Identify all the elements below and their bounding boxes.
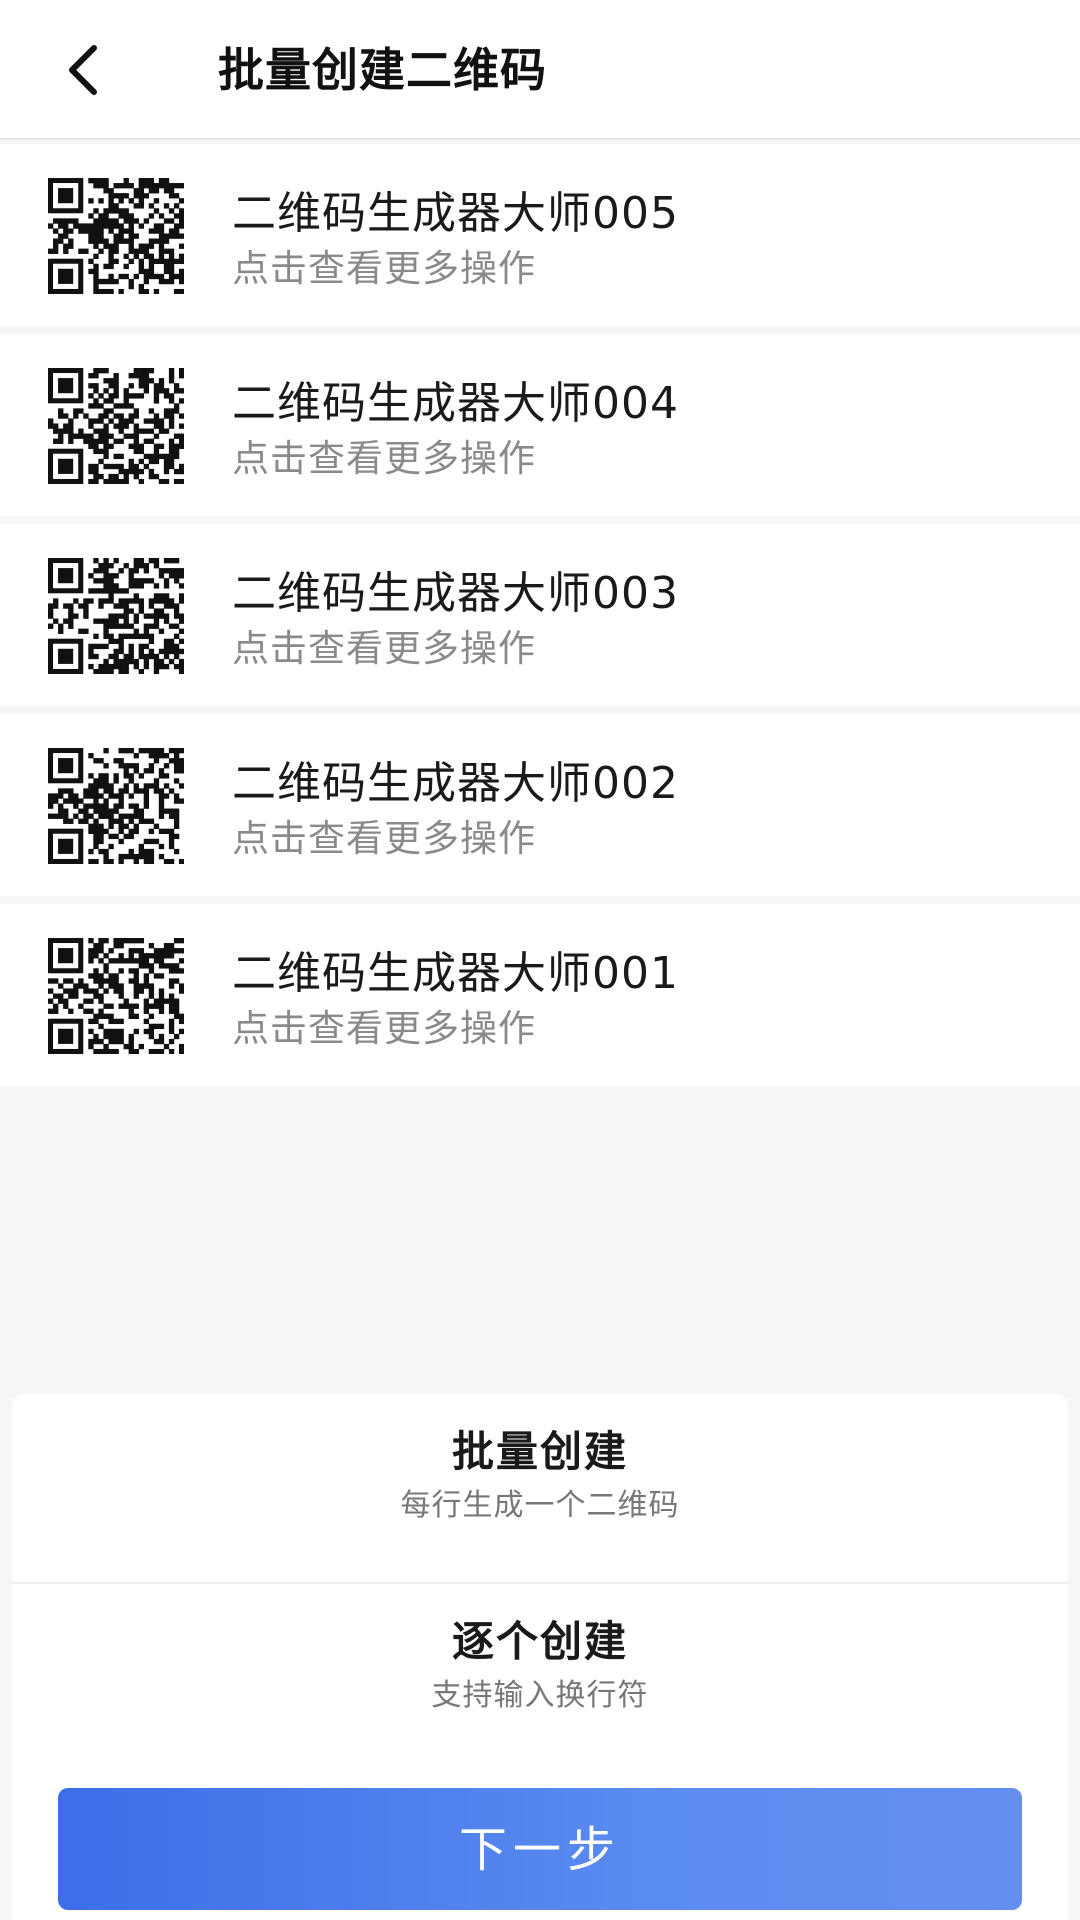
qr-code-icon (48, 938, 184, 1054)
qr-code-icon (48, 178, 184, 294)
qr-code-thumbnail (48, 368, 184, 484)
qr-code-icon (48, 748, 184, 864)
batch-create-option[interactable]: 批量创建 每行生成一个二维码 (12, 1394, 1068, 1584)
list-item[interactable]: 二维码生成器大师005 点击查看更多操作 (0, 144, 1080, 326)
item-title: 二维码生成器大师005 (232, 188, 679, 239)
qr-code-thumbnail (48, 748, 184, 864)
next-step-button[interactable]: 下一步 (58, 1788, 1022, 1910)
create-mode-panel: 批量创建 每行生成一个二维码 逐个创建 支持输入换行符 下一步 (12, 1394, 1068, 1920)
list-item[interactable]: 二维码生成器大师003 点击查看更多操作 (0, 524, 1080, 706)
item-title: 二维码生成器大师001 (232, 948, 679, 999)
item-title: 二维码生成器大师003 (232, 568, 679, 619)
list-item[interactable]: 二维码生成器大师004 点击查看更多操作 (0, 334, 1080, 516)
item-title: 二维码生成器大师002 (232, 758, 679, 809)
app-root: 批量创建二维码 二维码生成器大师005 点击查看更多操作 二维码生成器大师004… (0, 0, 1080, 1920)
page-title: 批量创建二维码 (218, 43, 547, 97)
list-item[interactable]: 二维码生成器大师002 点击查看更多操作 (0, 714, 1080, 896)
qr-code-icon (48, 368, 184, 484)
header: 批量创建二维码 (0, 0, 1080, 140)
item-subtitle: 点击查看更多操作 (232, 437, 536, 480)
list-item[interactable]: 二维码生成器大师001 点击查看更多操作 (0, 904, 1080, 1086)
item-title: 二维码生成器大师004 (232, 378, 679, 429)
item-subtitle: 点击查看更多操作 (232, 817, 536, 860)
batch-create-subtitle: 每行生成一个二维码 (400, 1488, 680, 1523)
qr-code-thumbnail (48, 178, 184, 294)
single-create-option[interactable]: 逐个创建 支持输入换行符 (12, 1584, 1068, 1774)
item-subtitle: 点击查看更多操作 (232, 247, 536, 290)
qr-code-icon (48, 558, 184, 674)
item-subtitle: 点击查看更多操作 (232, 627, 536, 670)
qr-code-list: 二维码生成器大师005 点击查看更多操作 二维码生成器大师004 点击查看更多操… (0, 144, 1080, 1094)
qr-code-thumbnail (48, 558, 184, 674)
single-create-subtitle: 支持输入换行符 (431, 1678, 649, 1713)
chevron-left-icon (69, 45, 97, 95)
item-subtitle: 点击查看更多操作 (232, 1007, 536, 1050)
qr-code-thumbnail (48, 938, 184, 1054)
back-button[interactable] (48, 34, 120, 106)
single-create-title: 逐个创建 (451, 1617, 628, 1666)
batch-create-title: 批量创建 (451, 1427, 628, 1476)
